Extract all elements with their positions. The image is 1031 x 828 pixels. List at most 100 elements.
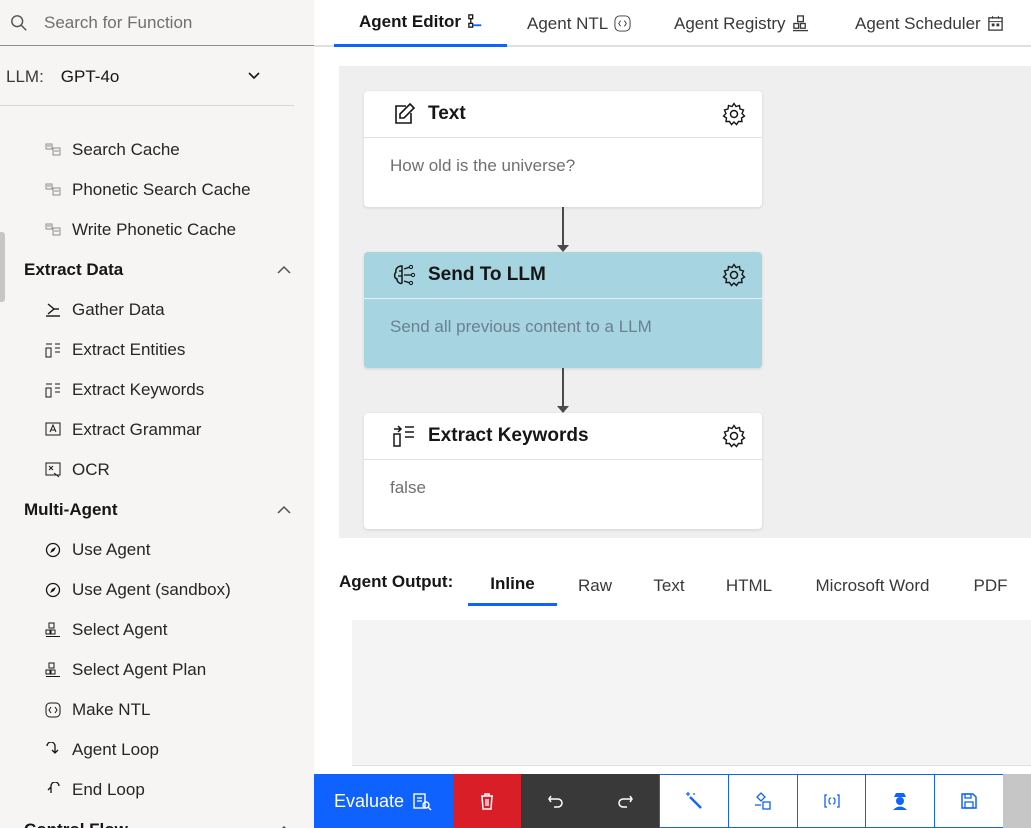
sidebar-item-label: Select Agent Plan bbox=[72, 660, 207, 679]
toolbar-overflow[interactable] bbox=[1003, 774, 1031, 828]
registry-icon bbox=[44, 661, 62, 679]
loop-icon bbox=[44, 741, 62, 759]
function-sidebar: LLM: GPT-4o Search Cache Phonetic Search… bbox=[0, 0, 314, 828]
output-tab-inline[interactable]: Inline bbox=[468, 565, 557, 606]
evaluate-button[interactable]: Evaluate bbox=[314, 774, 453, 828]
tab-label: Inline bbox=[490, 574, 535, 593]
end-loop-icon bbox=[44, 781, 62, 799]
code-icon bbox=[614, 14, 632, 33]
tab-label: Text bbox=[653, 575, 685, 595]
gear-icon[interactable] bbox=[722, 263, 746, 287]
sidebar-item-gather-data[interactable]: Gather Data bbox=[0, 290, 314, 330]
chevron-up-icon bbox=[281, 825, 287, 828]
gather-icon bbox=[44, 301, 62, 319]
output-tab-text[interactable]: Text bbox=[638, 565, 700, 606]
sidebar-group-extract-data[interactable]: Extract Data bbox=[0, 250, 314, 290]
sidebar-item-label: Extract Entities bbox=[72, 340, 186, 359]
llm-selector[interactable]: LLM: GPT-4o bbox=[0, 48, 294, 106]
extract-icon bbox=[44, 341, 62, 359]
tab-agent-scheduler[interactable]: Agent Scheduler bbox=[855, 0, 1005, 47]
sidebar-item-label: End Loop bbox=[72, 780, 145, 799]
tab-label: Agent Editor bbox=[359, 12, 461, 31]
save-button[interactable] bbox=[934, 774, 1004, 828]
sidebar-item-label: Write Phonetic Cache bbox=[72, 220, 237, 239]
group-label: Multi-Agent bbox=[24, 500, 118, 519]
sidebar-item-label: Phonetic Search Cache bbox=[72, 180, 251, 199]
sidebar-item-search-cache[interactable]: Search Cache bbox=[0, 130, 314, 170]
flow-canvas[interactable]: Text How old is the universe? Send To LL… bbox=[339, 66, 1031, 538]
output-tab-raw[interactable]: Raw bbox=[566, 565, 624, 606]
tab-agent-registry[interactable]: Agent Registry bbox=[674, 0, 810, 47]
arrow-down-icon bbox=[557, 245, 569, 252]
search-input[interactable] bbox=[44, 12, 294, 33]
tab-agent-ntl[interactable]: Agent NTL bbox=[527, 0, 632, 47]
json-button[interactable] bbox=[796, 774, 866, 828]
sidebar-group-control-flow[interactable]: Control Flow bbox=[0, 810, 314, 828]
node-description: Send all previous content to a LLM bbox=[390, 317, 652, 336]
sidebar-item-phonetic-search-cache[interactable]: Phonetic Search Cache bbox=[0, 170, 314, 210]
magic-wand-icon bbox=[685, 792, 702, 809]
tab-agent-editor[interactable]: Agent Editor bbox=[334, 0, 507, 47]
node-description: How old is the universe? bbox=[390, 156, 576, 175]
delete-button[interactable] bbox=[452, 774, 522, 828]
undo-button[interactable] bbox=[521, 774, 591, 828]
chevron-down-icon bbox=[248, 72, 260, 80]
flow-node-send-to-llm[interactable]: Send To LLM Send all previous content to… bbox=[364, 252, 762, 368]
agent-output-label: Agent Output: bbox=[339, 572, 454, 591]
compass-icon bbox=[44, 541, 62, 559]
sidebar-item-select-agent-plan[interactable]: Select Agent Plan bbox=[0, 650, 314, 690]
sidebar-item-make-ntl[interactable]: Make NTL bbox=[0, 690, 314, 730]
calendar-icon bbox=[987, 15, 1005, 33]
ocr-icon bbox=[44, 461, 62, 479]
tab-label: Raw bbox=[577, 575, 612, 595]
evaluate-icon bbox=[413, 793, 432, 811]
agent-button[interactable] bbox=[865, 774, 935, 828]
flow-node-extract-keywords[interactable]: Extract Keywords false bbox=[364, 413, 762, 529]
save-icon bbox=[961, 793, 977, 809]
sidebar-item-extract-keywords[interactable]: Extract Keywords bbox=[0, 370, 314, 410]
sidebar-item-label: Use Agent bbox=[72, 540, 151, 559]
agent-output-area[interactable] bbox=[352, 620, 1031, 766]
group-label: Extract Data bbox=[24, 260, 124, 279]
sidebar-item-write-phonetic-cache[interactable]: Write Phonetic Cache bbox=[0, 210, 314, 250]
output-tab-html[interactable]: HTML bbox=[715, 565, 783, 606]
editor-tabs: Agent Editor Agent NTL Agent Registry Ag… bbox=[314, 0, 1031, 47]
sidebar-group-multi-agent[interactable]: Multi-Agent bbox=[0, 490, 314, 530]
flow-node-text[interactable]: Text How old is the universe? bbox=[364, 91, 762, 207]
node-header: Extract Keywords bbox=[364, 413, 762, 460]
sidebar-item-ocr[interactable]: OCR bbox=[0, 450, 314, 490]
node-title: Send To LLM bbox=[428, 264, 546, 285]
sidebar-item-use-agent-sandbox[interactable]: Use Agent (sandbox) bbox=[0, 570, 314, 610]
debug-icon bbox=[754, 792, 771, 810]
output-tab-microsoft-word[interactable]: Microsoft Word bbox=[800, 565, 945, 606]
sidebar-item-end-loop[interactable]: End Loop bbox=[0, 770, 314, 810]
sidebar-item-select-agent[interactable]: Select Agent bbox=[0, 610, 314, 650]
arrow-down-icon bbox=[557, 406, 569, 413]
sidebar-item-use-agent[interactable]: Use Agent bbox=[0, 530, 314, 570]
tab-label: Microsoft Word bbox=[815, 575, 930, 595]
delete-icon bbox=[481, 793, 494, 810]
search-icon bbox=[11, 14, 27, 31]
redo-button[interactable] bbox=[590, 774, 660, 828]
registry-icon bbox=[44, 621, 62, 639]
compass-icon bbox=[44, 581, 62, 599]
tab-label: Agent Registry bbox=[674, 13, 786, 33]
extract-icon bbox=[44, 381, 62, 399]
cache-icon bbox=[44, 141, 62, 159]
gear-icon[interactable] bbox=[722, 102, 746, 126]
sidebar-item-extract-entities[interactable]: Extract Entities bbox=[0, 330, 314, 370]
output-tab-pdf[interactable]: PDF bbox=[962, 565, 1019, 606]
extract-icon bbox=[392, 424, 416, 448]
sidebar-item-label: Use Agent (sandbox) bbox=[72, 580, 231, 599]
node-title: Text bbox=[428, 103, 466, 124]
gear-icon[interactable] bbox=[722, 424, 746, 448]
magic-wand-button[interactable] bbox=[659, 774, 728, 828]
sidebar-item-extract-grammar[interactable]: Extract Grammar bbox=[0, 410, 314, 450]
chevron-up-icon bbox=[277, 505, 291, 514]
sidebar-item-label: Extract Keywords bbox=[72, 380, 205, 399]
debug-button[interactable] bbox=[727, 774, 797, 828]
edge-line bbox=[562, 368, 564, 406]
edit-icon bbox=[392, 102, 416, 126]
registry-icon bbox=[792, 14, 810, 33]
sidebar-item-agent-loop[interactable]: Agent Loop bbox=[0, 730, 314, 770]
